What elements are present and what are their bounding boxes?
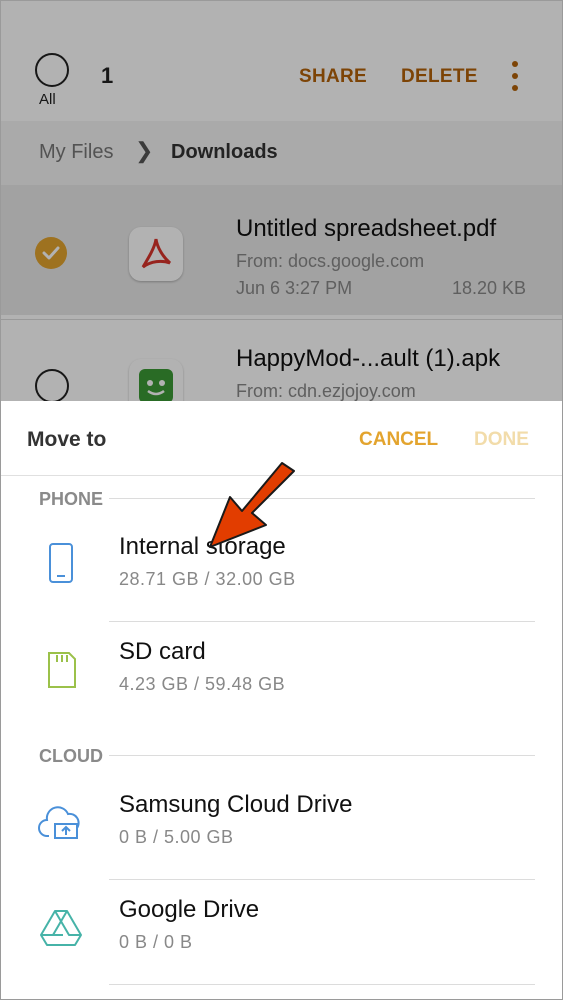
sheet-title: Move to	[27, 428, 107, 451]
section-label-phone: PHONE	[39, 489, 104, 509]
my-files-app: 36% 3:30 PM All 1 SHARE DELETE My Files …	[1, 1, 562, 451]
location-name: Samsung Cloud Drive	[119, 791, 353, 818]
location-sd-card[interactable]: SD card 4.23 GB / 59.48 GB	[1, 621, 562, 725]
cloud-upload-icon	[38, 806, 80, 839]
annotation-arrow-icon	[209, 462, 295, 548]
location-name: SD card	[119, 638, 206, 665]
location-name: Google Drive	[119, 896, 260, 923]
location-google-drive[interactable]: Google Drive 0 B / 0 B	[1, 879, 562, 983]
google-drive-icon	[40, 910, 82, 946]
screen: 36% 3:30 PM All 1 SHARE DELETE My Files …	[0, 0, 563, 1000]
dim-overlay	[1, 1, 562, 401]
location-size: 4.23 GB / 59.48 GB	[119, 674, 286, 694]
cancel-button[interactable]: CANCEL	[359, 429, 438, 451]
location-size: 0 B / 0 B	[119, 932, 193, 952]
location-size: 28.71 GB / 32.00 GB	[119, 569, 296, 589]
location-samsung-cloud-drive[interactable]: Samsung Cloud Drive 0 B / 5.00 GB	[1, 774, 562, 878]
sd-card-icon	[48, 652, 76, 688]
section-divider	[109, 755, 535, 756]
item-divider	[109, 984, 535, 985]
section-divider	[109, 498, 535, 499]
location-size: 0 B / 5.00 GB	[119, 827, 234, 847]
section-label-cloud: CLOUD	[39, 746, 103, 766]
phone-icon	[49, 543, 73, 583]
done-button[interactable]: DONE	[474, 429, 529, 451]
